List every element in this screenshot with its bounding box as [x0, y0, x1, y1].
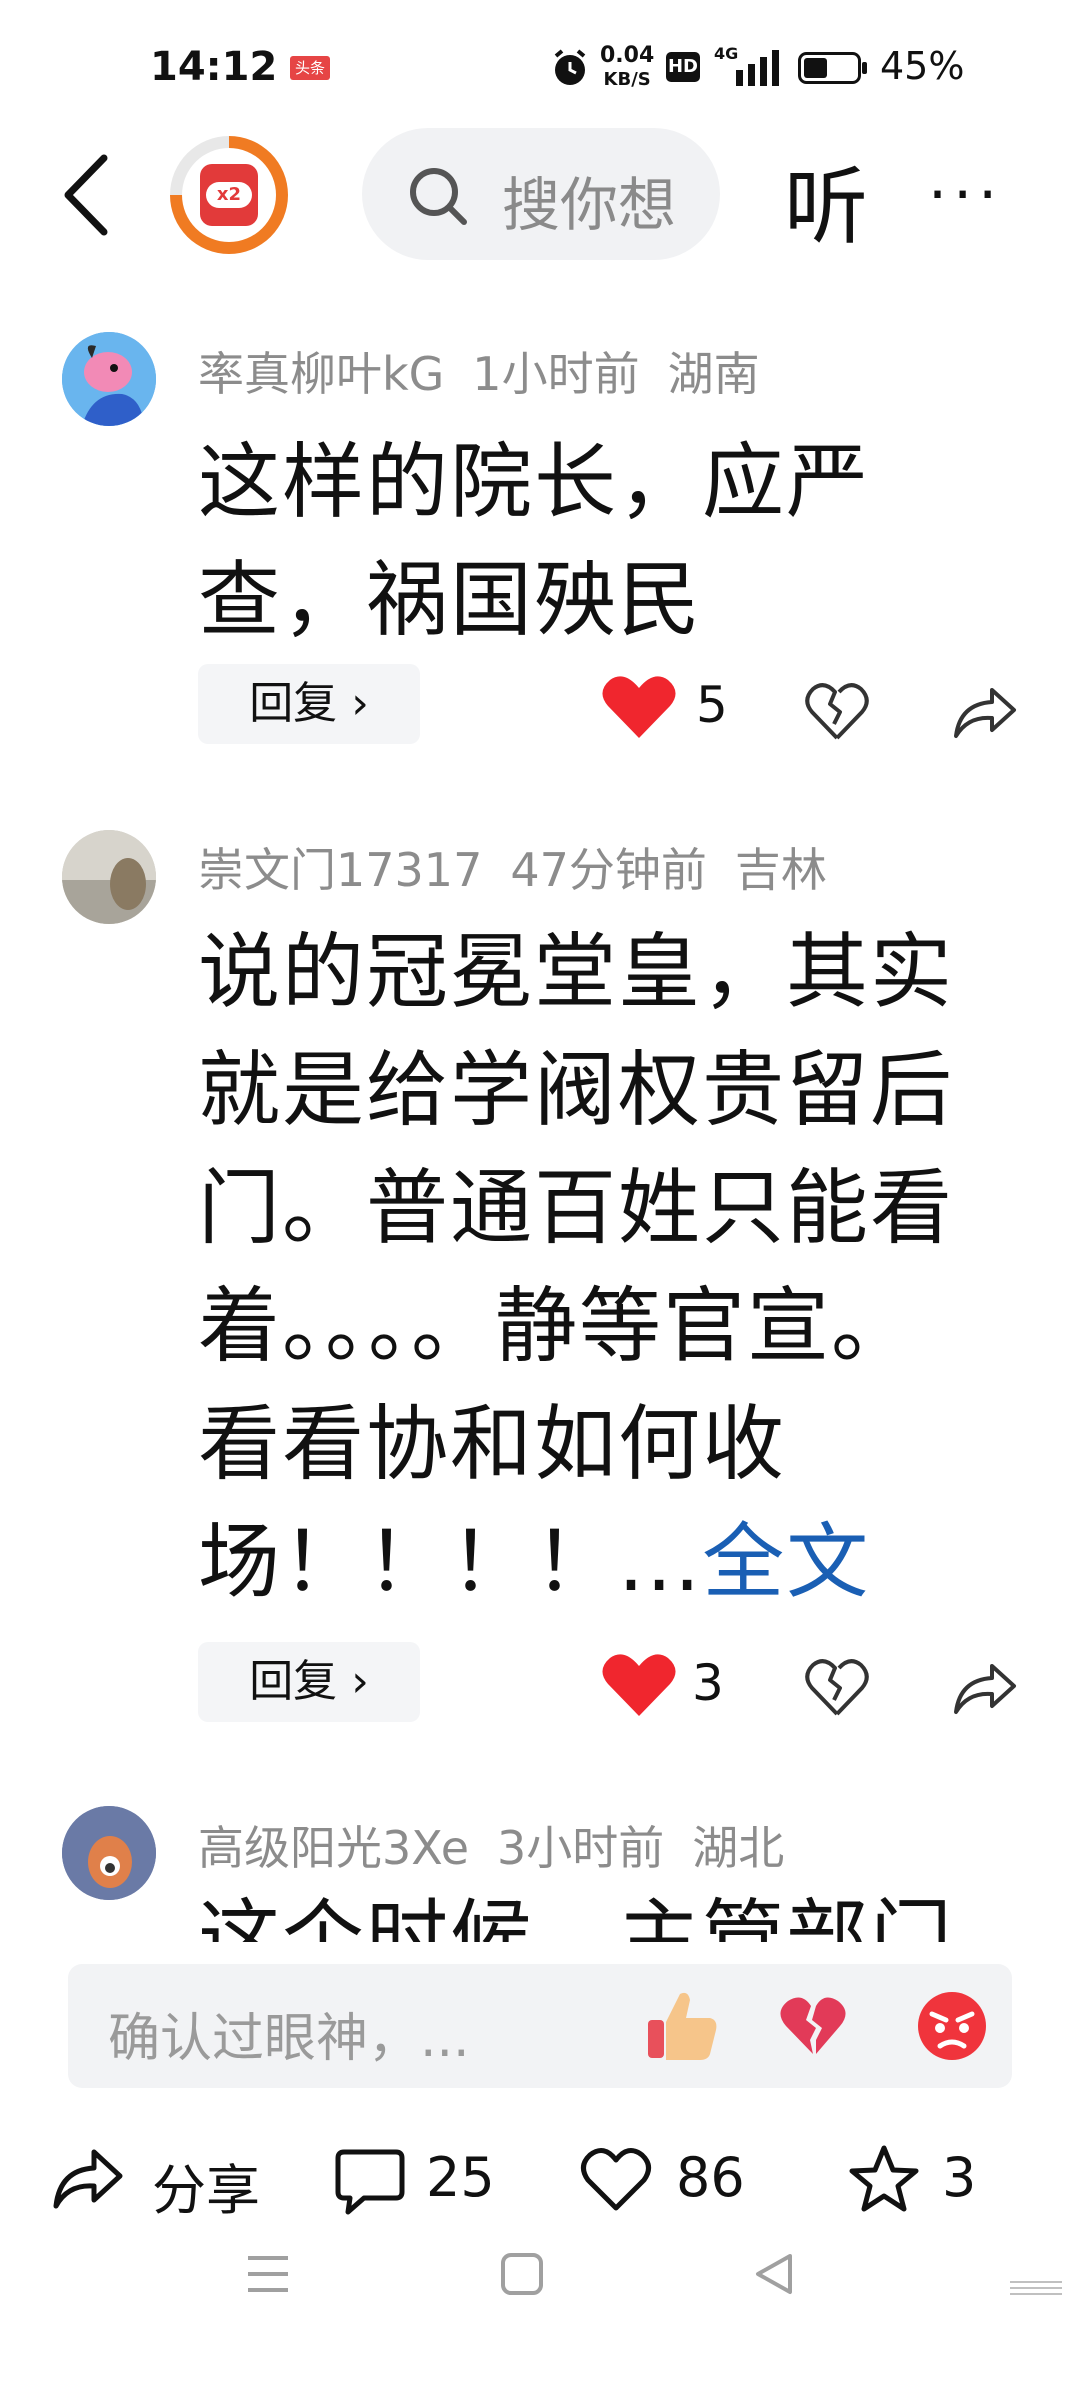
alarm-icon	[554, 49, 586, 85]
comment-text: 这个时候，主管部门	[198, 1891, 955, 1942]
search-placeholder: 搜你想	[502, 171, 677, 239]
home-icon[interactable]	[500, 2252, 544, 2296]
redpacket-icon: x2	[200, 164, 258, 226]
user-avatar[interactable]	[62, 1806, 156, 1900]
back-triangle-icon[interactable]	[752, 2252, 796, 2296]
chevron-right-icon: ›	[351, 678, 369, 729]
like-count: 5	[696, 676, 728, 734]
like-count: 3	[692, 1654, 724, 1712]
comment-text: 这样的院长，应严查，祸国殃民	[198, 435, 871, 648]
back-arrow-icon[interactable]	[58, 150, 118, 240]
thumbs-up-emoji-icon[interactable]	[644, 1986, 720, 2064]
angry-face-emoji-icon[interactable]	[914, 1988, 990, 2064]
network-type: 4G	[714, 44, 739, 63]
favorite-count[interactable]: 3	[942, 2146, 976, 2209]
comment-text: 说的冠冕堂皇，其实就是给学阀权贵留后门。普通百姓只能看着。。。。静等官宣。看看协…	[198, 925, 955, 1610]
status-time: 14:12	[150, 44, 278, 90]
comment-meta: 崇文门17317 47分钟前 吉林	[198, 834, 855, 900]
composer-placeholder: 确认过眼神，...	[108, 2009, 470, 2069]
search-icon	[410, 168, 467, 225]
comment-location: 湖南	[667, 347, 760, 401]
share-icon[interactable]	[52, 2146, 124, 2212]
chevron-right-icon: ›	[351, 1656, 369, 1707]
comment-username[interactable]: 崇文门17317	[198, 843, 482, 897]
redpacket-avatar[interactable]: x2	[170, 136, 288, 254]
reply-button[interactable]: 回复 ›	[198, 664, 420, 744]
network-speed: 0.04 KB/S	[600, 43, 655, 91]
comment-username[interactable]: 高级阳光3Xe	[198, 1821, 469, 1875]
comment-time: 1小时前	[472, 347, 640, 401]
reply-button[interactable]: 回复 ›	[198, 1642, 420, 1722]
comment-location: 吉林	[734, 843, 827, 897]
avatar-cartoon-icon	[62, 1806, 156, 1900]
like-total[interactable]: 86	[676, 2146, 745, 2209]
star-outline-icon[interactable]	[848, 2144, 920, 2214]
signal-icon	[736, 50, 779, 86]
avatar-cartoon-icon	[62, 332, 156, 426]
battery-icon	[798, 52, 867, 84]
share-arrow-icon[interactable]	[952, 1660, 1018, 1716]
user-avatar[interactable]	[62, 332, 156, 426]
share-button[interactable]: 分享	[152, 2146, 260, 2225]
comment-bubble-icon[interactable]	[334, 2146, 406, 2216]
avatar-photo-icon	[62, 830, 156, 924]
comment-text-clip: 这个时候，主管部门	[198, 1880, 1018, 1942]
hd-icon: HD	[666, 52, 700, 82]
search-bar[interactable]: 搜你想	[362, 128, 720, 260]
news-app-badge: 头条	[290, 56, 330, 80]
heart-outline-icon[interactable]	[580, 2146, 652, 2214]
broken-heart-icon[interactable]	[804, 1656, 870, 1718]
full-text-link[interactable]: 全文	[702, 1515, 870, 1610]
more-menu-button[interactable]: ···	[928, 160, 1003, 230]
gesture-lines-icon	[1010, 2281, 1062, 2295]
heart-filled-icon[interactable]	[600, 1650, 678, 1720]
comment-composer[interactable]: 确认过眼神，...	[68, 1964, 1012, 2088]
comment-time: 47分钟前	[510, 843, 707, 897]
listen-button[interactable]: 听	[784, 140, 868, 261]
comment-count[interactable]: 25	[426, 2146, 495, 2209]
comment-username[interactable]: 率真柳叶kG	[198, 347, 444, 401]
share-arrow-icon[interactable]	[952, 684, 1018, 740]
menu-icon[interactable]	[246, 2254, 290, 2294]
battery-percent: 45%	[880, 44, 965, 88]
broken-heart-emoji-icon[interactable]	[778, 1994, 848, 2058]
heart-filled-icon[interactable]	[600, 672, 678, 742]
user-avatar[interactable]	[62, 830, 156, 924]
comment-meta: 率真柳叶kG 1小时前 湖南	[198, 338, 788, 404]
comment-meta: 高级阳光3Xe 3小时前 湖北	[198, 1812, 812, 1878]
status-bar: 14:12 头条 0.04 KB/S HD 4G 45%	[0, 0, 1080, 130]
comment-time: 3小时前	[497, 1821, 665, 1875]
comment-location: 湖北	[692, 1821, 785, 1875]
broken-heart-icon[interactable]	[804, 680, 870, 742]
